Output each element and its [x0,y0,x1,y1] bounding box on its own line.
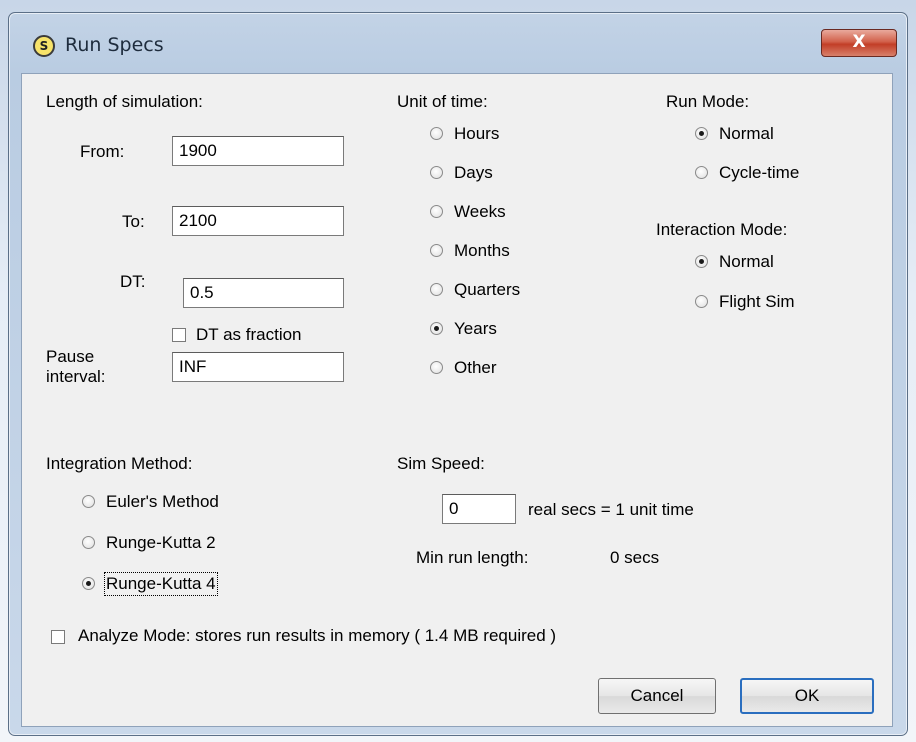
length-heading: Length of simulation: [46,92,203,111]
unit-of-time-heading: Unit of time: [397,92,488,111]
sim-speed-heading: Sim Speed: [397,454,485,473]
unit-label-weeks: Weeks [454,202,506,221]
integration-label-runge-kutta-2: Runge-Kutta 2 [106,533,216,552]
unit-label-days: Days [454,163,493,182]
app-s-icon: S [33,35,55,57]
analyze-mode-checkbox[interactable] [51,630,65,644]
pause-interval-field[interactable]: INF [172,352,344,382]
interaction-mode-label-flight-sim: Flight Sim [719,292,795,311]
close-icon: X [852,32,866,52]
integration-heading: Integration Method: [46,454,193,473]
run-specs-dialog: S Run Specs X Length of simulation: From… [8,12,908,736]
dt-fraction-label: DT as fraction [196,325,302,344]
run-mode-label-normal: Normal [719,124,774,143]
integration-radio-euler-s-method[interactable] [82,495,95,508]
close-button[interactable]: X [821,29,897,57]
window-title: Run Specs [65,34,164,56]
run-mode-heading: Run Mode: [666,92,750,111]
unit-radio-years[interactable] [430,322,443,335]
unit-label-months: Months [454,241,510,260]
unit-radio-months[interactable] [430,244,443,257]
unit-radio-hours[interactable] [430,127,443,140]
run-mode-radio-normal[interactable] [695,127,708,140]
min-run-value: 0 secs [610,548,660,567]
unit-label-quarters: Quarters [454,280,521,299]
dialog-body: Length of simulation: From: 1900 To: 210… [21,73,893,727]
pause-label-line1: Pause [46,347,95,366]
pause-label-line2: interval: [46,367,106,386]
run-mode-label-cycle-time: Cycle-time [719,163,800,182]
interaction-mode-label-normal: Normal [719,252,774,271]
interaction-mode-radio-flight-sim[interactable] [695,295,708,308]
unit-label-other: Other [454,358,497,377]
interaction-mode-radio-normal[interactable] [695,255,708,268]
from-field[interactable]: 1900 [172,136,344,166]
ok-button[interactable]: OK [740,678,874,714]
integration-radio-runge-kutta-2[interactable] [82,536,95,549]
unit-label-years: Years [454,319,497,338]
cancel-button[interactable]: Cancel [598,678,716,714]
dt-field[interactable]: 0.5 [183,278,344,308]
interaction-mode-heading: Interaction Mode: [656,220,788,239]
sim-speed-suffix: real secs = 1 unit time [528,500,694,519]
to-field[interactable]: 2100 [172,206,344,236]
run-mode-radio-cycle-time[interactable] [695,166,708,179]
unit-label-hours: Hours [454,124,500,143]
unit-radio-weeks[interactable] [430,205,443,218]
dt-label: DT: [120,272,146,291]
sim-speed-field[interactable]: 0 [442,494,516,524]
from-label: From: [80,142,125,161]
integration-radio-runge-kutta-4[interactable] [82,577,95,590]
min-run-label: Min run length: [416,548,529,567]
analyze-mode-label: Analyze Mode: stores run results in memo… [78,626,557,645]
unit-radio-quarters[interactable] [430,283,443,296]
integration-label-euler-s-method: Euler's Method [106,492,219,511]
to-label: To: [122,212,145,231]
dt-fraction-checkbox[interactable] [172,328,186,342]
unit-radio-days[interactable] [430,166,443,179]
unit-radio-other[interactable] [430,361,443,374]
integration-label-runge-kutta-4: Runge-Kutta 4 [104,572,218,596]
title-bar[interactable]: S Run Specs X [9,13,907,67]
